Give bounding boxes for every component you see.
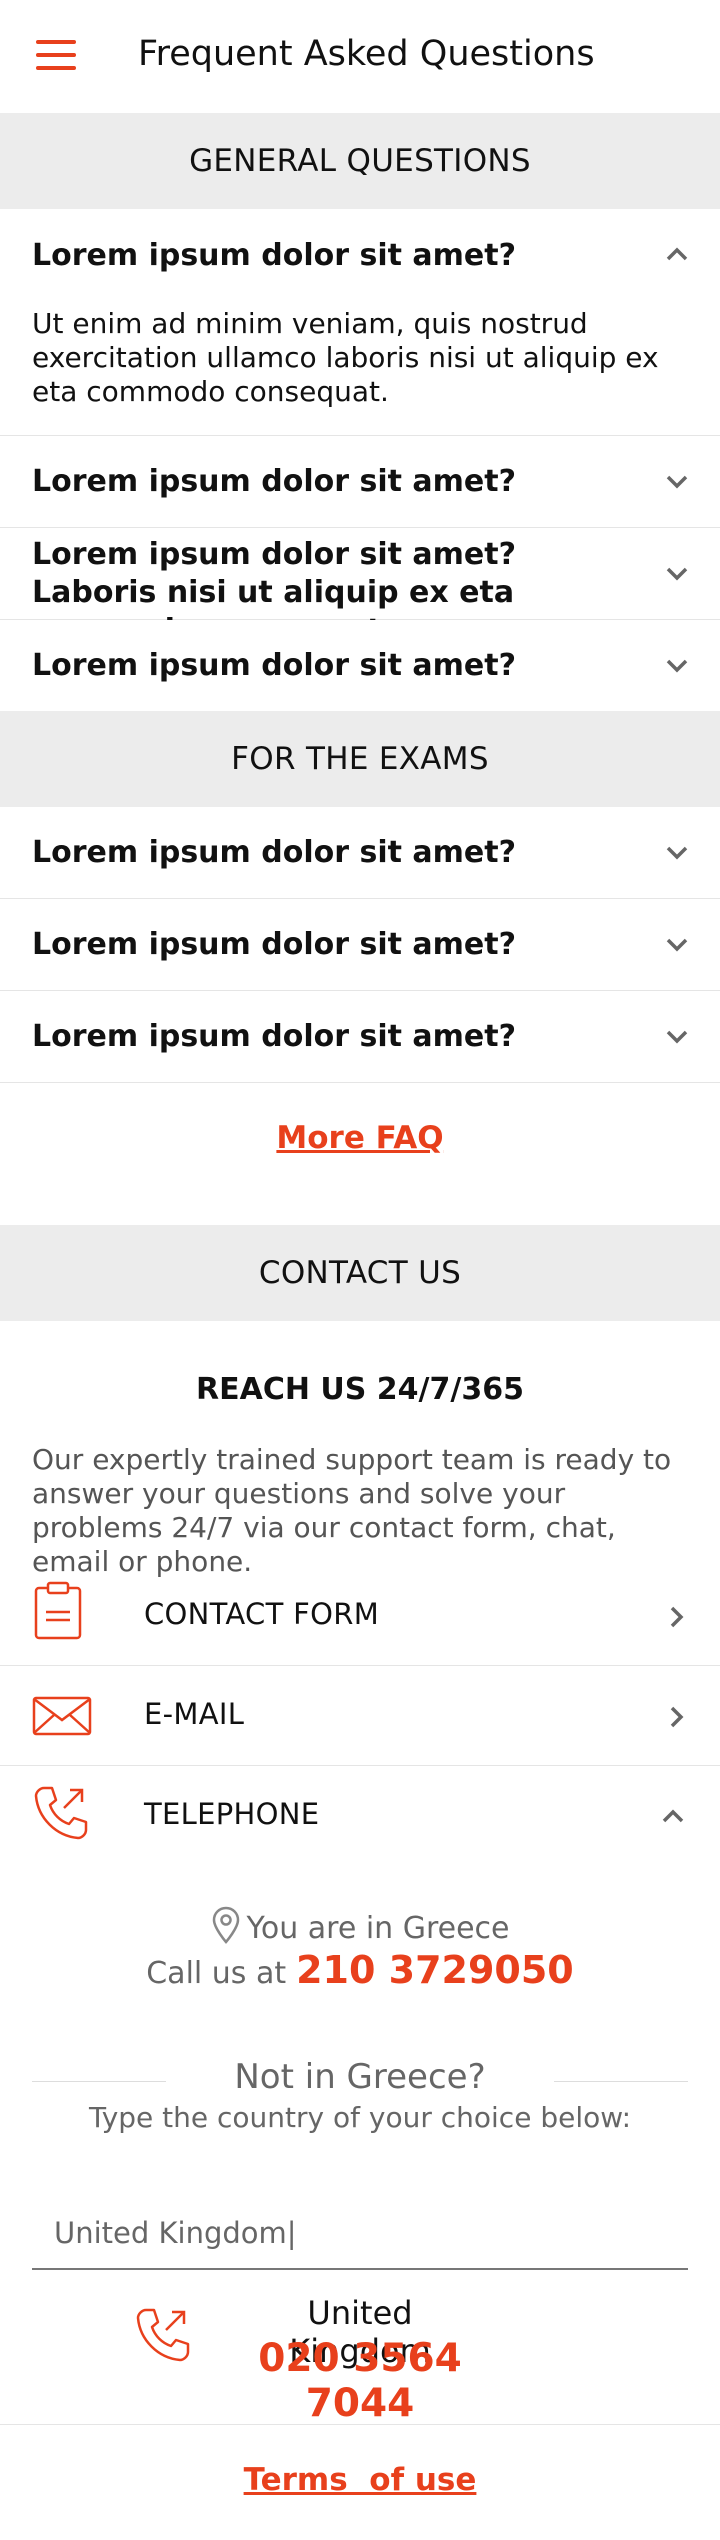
faq-item[interactable]: Lorem ipsum dolor sit amet?	[0, 991, 720, 1083]
clipboard-icon	[34, 1581, 82, 1640]
envelope-icon	[32, 1696, 92, 1736]
terms-of-use-link[interactable]: Terms of use	[0, 2462, 720, 2498]
faq-question[interactable]: Lorem ipsum dolor sit amet?	[32, 834, 642, 872]
telephone-row[interactable]: TELEPHONE	[0, 1766, 720, 1866]
chevron-down-icon[interactable]	[666, 938, 688, 952]
chevron-right-icon[interactable]	[670, 1706, 684, 1728]
faq-question[interactable]: Lorem ipsum dolor sit amet?	[32, 926, 642, 964]
more-faq-link[interactable]: More FAQ	[0, 1120, 720, 1156]
result-phone-number[interactable]: 020 3564 7044	[210, 2336, 510, 2426]
faq-question[interactable]: Lorem ipsum dolor sit amet?	[32, 463, 642, 501]
chevron-down-icon[interactable]	[666, 567, 688, 581]
faq-item[interactable]: Lorem ipsum dolor sit amet?	[0, 436, 720, 528]
chevron-right-icon[interactable]	[670, 1606, 684, 1628]
faq-answer: Ut enim ad minim veniam, quis nostrud ex…	[32, 307, 659, 408]
chevron-up-icon[interactable]	[666, 247, 688, 261]
section-heading-general: GENERAL QUESTIONS	[0, 113, 720, 209]
faq-item[interactable]: Lorem ipsum dolor sit amet?	[0, 899, 720, 991]
country-search-input[interactable]	[32, 2198, 688, 2270]
call-line: Call us at 210 3729050	[0, 1948, 720, 1992]
contact-form-row[interactable]: CONTACT FORM	[0, 1566, 720, 1666]
phone-number-link[interactable]: 210 3729050	[296, 1948, 574, 1992]
faq-item[interactable]: Lorem ipsum dolor sit amet? Laboris nisi…	[0, 528, 720, 648]
faq-question[interactable]: Lorem ipsum dolor sit amet?	[32, 1018, 642, 1056]
faq-question[interactable]: Lorem ipsum dolor sit amet?	[32, 647, 642, 685]
section-heading-exams: FOR THE EXAMS	[0, 711, 720, 807]
phone-icon	[34, 1786, 88, 1840]
contact-form-label: CONTACT FORM	[144, 1597, 380, 1631]
app-header: Frequent Asked Questions	[0, 0, 720, 113]
location-line: You are in Greece	[0, 1906, 720, 1946]
faq-question[interactable]: Lorem ipsum dolor sit amet?	[32, 237, 642, 275]
hamburger-menu-icon[interactable]	[36, 40, 76, 72]
chevron-down-icon[interactable]	[666, 1030, 688, 1044]
section-heading-contact: CONTACT US	[0, 1225, 720, 1321]
chevron-down-icon[interactable]	[666, 846, 688, 860]
page-title: Frequent Asked Questions	[138, 34, 595, 74]
email-label: E-MAIL	[144, 1697, 245, 1731]
faq-item[interactable]: Lorem ipsum dolor sit amet?	[0, 620, 720, 712]
reach-description: Our expertly trained support team is rea…	[32, 1443, 672, 1578]
chevron-down-icon[interactable]	[666, 659, 688, 673]
footer-divider	[0, 2424, 720, 2425]
chevron-up-icon[interactable]	[662, 1809, 684, 1823]
reach-title: REACH US 24/7/365	[196, 1372, 524, 1407]
telephone-label: TELEPHONE	[144, 1797, 320, 1831]
email-row[interactable]: E-MAIL	[0, 1666, 720, 1766]
chevron-down-icon[interactable]	[666, 475, 688, 489]
type-country-hint: Type the country of your choice below:	[88, 2101, 632, 2134]
location-text: You are in Greece	[246, 1911, 510, 1946]
location-pin-icon	[212, 1906, 239, 1944]
faq-item[interactable]: Lorem ipsum dolor sit amet? Ut enim ad m…	[0, 209, 720, 436]
faq-item[interactable]: Lorem ipsum dolor sit amet?	[0, 807, 720, 899]
not-in-country-heading: Not in Greece?	[234, 2057, 486, 2097]
phone-icon	[136, 2308, 190, 2362]
call-prefix: Call us at	[146, 1956, 287, 1991]
